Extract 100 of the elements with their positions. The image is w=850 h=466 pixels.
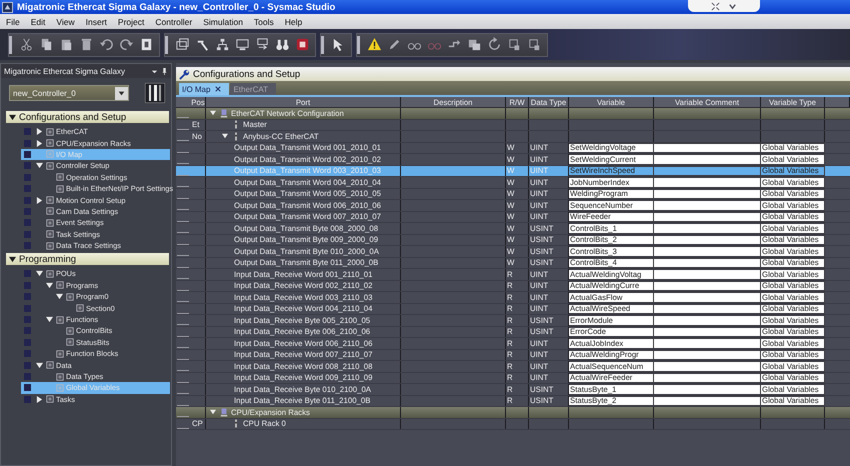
chip-icon[interactable] [507, 37, 522, 52]
menu-item[interactable]: Insert [86, 16, 107, 26]
comment-field[interactable] [654, 166, 761, 176]
transfer-icon[interactable] [255, 37, 270, 52]
controller-icon [145, 83, 165, 103]
delete-icon[interactable] [79, 37, 94, 52]
expanded-arrow-icon[interactable] [46, 316, 53, 324]
binoculars-icon[interactable] [275, 37, 290, 52]
pencil-icon[interactable] [387, 37, 402, 52]
expanded-arrow-icon[interactable] [36, 362, 43, 369]
copy-icon[interactable] [39, 37, 54, 52]
comment-field[interactable] [654, 384, 761, 394]
collapsed-arrow-icon[interactable] [36, 140, 43, 147]
status-square [24, 270, 31, 278]
app-icon [2, 2, 13, 12]
chevron-icon[interactable] [728, 2, 737, 10]
pages-icon[interactable] [467, 37, 482, 52]
menu-item[interactable]: Help [284, 16, 302, 26]
paste-icon[interactable] [59, 37, 74, 52]
comment-field[interactable] [654, 396, 761, 406]
menu-item[interactable]: View [56, 16, 75, 26]
expanded-arrow-icon[interactable] [46, 282, 53, 289]
page-icon [56, 173, 64, 182]
comment-field[interactable] [654, 223, 761, 234]
comment-field[interactable] [654, 142, 761, 153]
stop-icon[interactable] [295, 37, 310, 52]
warning-icon[interactable] [367, 37, 382, 52]
section-header[interactable]: Programming [6, 253, 169, 266]
menu-item[interactable]: File [6, 16, 20, 26]
cut-icon[interactable] [19, 37, 34, 52]
status-square [24, 350, 31, 358]
window-controls[interactable] [688, 0, 760, 12]
collapsed-arrow-icon[interactable] [36, 196, 43, 204]
comment-field[interactable] [654, 258, 761, 268]
comment-field[interactable] [654, 361, 761, 372]
menu-item[interactable]: Project [118, 16, 144, 26]
monitor-icon[interactable] [235, 37, 250, 52]
page-icon [56, 384, 64, 392]
status-square [24, 150, 31, 158]
menu-item[interactable]: Controller [155, 16, 192, 26]
collapsed-arrow-icon[interactable] [36, 396, 43, 403]
page-icon [76, 304, 84, 312]
comment-field[interactable] [654, 280, 761, 291]
comment-field[interactable] [654, 372, 761, 383]
status-square [24, 162, 31, 170]
document-icon[interactable] [139, 37, 154, 52]
page-icon [56, 281, 64, 290]
menu-item[interactable]: Simulation [203, 16, 243, 26]
expanded-arrow-icon[interactable] [222, 133, 228, 140]
comment-field[interactable] [654, 234, 761, 245]
comment-field[interactable] [654, 304, 761, 314]
panel-title: Migatronic Ethercat Sigma Galaxy [4, 66, 126, 76]
status-square [24, 384, 31, 392]
page-icon [46, 270, 54, 278]
comment-field[interactable] [654, 188, 761, 199]
menu-item[interactable]: Edit [30, 16, 46, 26]
page-icon [46, 230, 54, 238]
dropdown-arrow-icon[interactable] [151, 68, 158, 74]
comment-field[interactable] [654, 338, 761, 348]
comment-field[interactable] [654, 269, 761, 280]
expanded-arrow-icon[interactable] [36, 270, 43, 278]
comment-field[interactable] [654, 315, 761, 326]
pin-icon[interactable] [161, 68, 168, 74]
network-icon [220, 408, 228, 417]
chip-icon[interactable] [527, 37, 542, 52]
undo-icon[interactable] [99, 37, 114, 52]
menu-item[interactable]: Tools [254, 16, 274, 26]
collapsed-arrow-icon[interactable] [36, 128, 43, 136]
page-icon [56, 184, 64, 193]
comment-field[interactable] [654, 350, 761, 360]
expanded-arrow-icon[interactable] [56, 293, 63, 300]
page-icon [46, 150, 54, 158]
controller-dropdown[interactable]: new_Controller_0 [9, 85, 129, 101]
status-square [24, 196, 31, 204]
tab[interactable]: I/O Map [179, 83, 230, 95]
comment-field[interactable] [654, 154, 761, 164]
status-square [24, 362, 31, 369]
refresh-icon[interactable] [487, 37, 502, 52]
status-square [24, 373, 31, 380]
page-icon [56, 316, 64, 324]
network-icon [220, 108, 228, 118]
network-icon[interactable] [215, 37, 230, 52]
comment-field[interactable] [654, 200, 761, 210]
comment-field[interactable] [654, 212, 761, 222]
page-icon [66, 326, 74, 335]
expanded-arrow-icon[interactable] [9, 114, 16, 120]
window-icon[interactable] [175, 37, 190, 52]
comment-field[interactable] [654, 177, 761, 188]
comment-field[interactable] [654, 246, 761, 256]
expanded-arrow-icon[interactable] [36, 162, 43, 170]
status-square [24, 208, 31, 215]
comment-field[interactable] [654, 292, 761, 302]
expanded-arrow-icon[interactable] [9, 256, 16, 263]
comment-field[interactable] [654, 326, 761, 337]
fit-icon[interactable] [711, 2, 720, 10]
module-icon [232, 120, 240, 130]
status-square [24, 293, 31, 300]
redo-icon[interactable] [119, 37, 134, 52]
close-icon[interactable] [215, 86, 222, 92]
section-header[interactable]: Configurations and Setup [6, 111, 169, 123]
